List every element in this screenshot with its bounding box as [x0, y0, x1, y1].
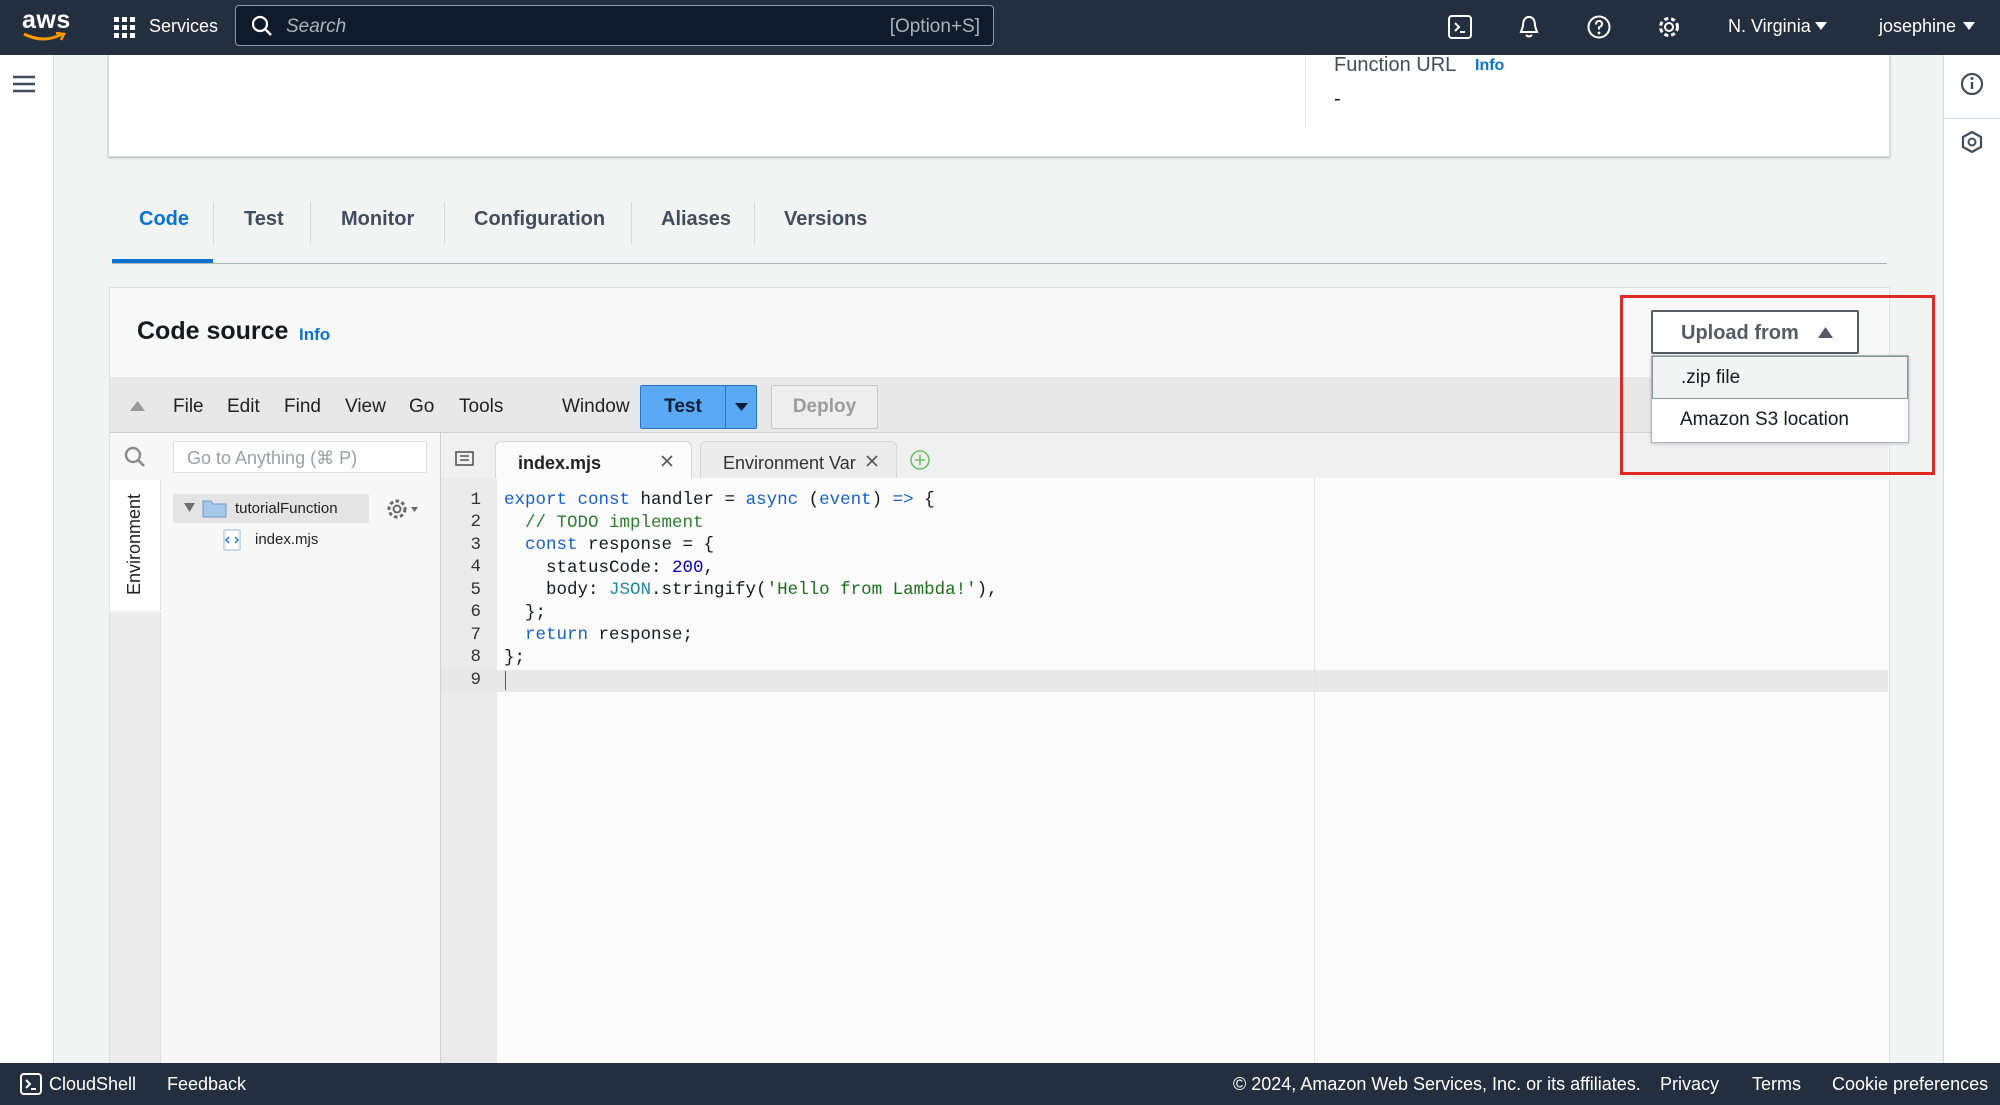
cloudshell-icon[interactable] [20, 1073, 42, 1095]
editor-tab-environment-vars[interactable]: Environment Var [700, 441, 897, 478]
file-name: index.mjs [255, 531, 319, 548]
environment-side-tab[interactable]: Environment [110, 480, 161, 610]
search-placeholder: Search [286, 16, 347, 37]
code-source-title: Code source [137, 317, 289, 345]
line-number: 3 [470, 535, 481, 555]
code-source-info-link[interactable]: Info [299, 325, 330, 345]
left-rail [0, 55, 54, 1063]
function-url-info-link[interactable]: Info [1475, 57, 1504, 75]
footer-copyright: © 2024, Amazon Web Services, Inc. or its… [1233, 1074, 1641, 1094]
footer: CloudShell Feedback © 2024, Amazon Web S… [0, 1063, 2000, 1105]
region-selector[interactable]: N. Virginia [1728, 16, 1811, 37]
side-tab-strip [110, 612, 161, 1063]
folder-expand-triangle-icon[interactable] [184, 503, 195, 513]
editor-tab-label: index.mjs [518, 453, 602, 473]
line-number: 6 [470, 602, 481, 622]
menu-view[interactable]: View [345, 396, 386, 418]
search-icon [251, 15, 272, 36]
settings-gear-icon[interactable] [1657, 15, 1681, 39]
folder-row[interactable]: tutorialFunction [173, 494, 369, 523]
services-menu[interactable]: Services [149, 16, 218, 37]
test-button-group: Test [640, 385, 757, 429]
line-number: 9 [470, 670, 481, 690]
tab-separator [213, 202, 214, 244]
rail-divider [1944, 118, 2000, 119]
search-input[interactable]: Search [Option+S] [235, 5, 994, 46]
editor-tab-label: Environment Var [723, 453, 856, 473]
highlight-annotation-box [1620, 295, 1935, 475]
tab-aliases[interactable]: Aliases [661, 208, 731, 231]
goto-anything-input[interactable]: Go to Anything (⌘ P) [173, 441, 427, 473]
user-menu[interactable]: josephine [1879, 16, 1956, 37]
line-number: 4 [470, 557, 481, 577]
footer-cloudshell-link[interactable]: CloudShell [49, 1074, 136, 1095]
file-row-index-mjs[interactable]: index.mjs [222, 527, 422, 553]
collapse-triangle-icon[interactable] [130, 401, 145, 411]
right-rail [1943, 55, 2000, 1063]
new-tab-plus-icon[interactable] [909, 449, 931, 471]
tree-search-icon[interactable] [124, 446, 146, 468]
line-number: 5 [470, 580, 481, 600]
folder-name: tutorialFunction [235, 500, 338, 517]
js-file-icon [223, 529, 241, 551]
info-panel-icon[interactable] [1960, 72, 1984, 96]
menu-window[interactable]: Window [562, 396, 630, 418]
menu-go[interactable]: Go [409, 396, 434, 418]
line-number: 8 [470, 647, 481, 667]
region-caret-icon [1815, 22, 1827, 30]
active-tab-indicator [112, 259, 213, 263]
environment-side-tab-label: Environment [124, 493, 144, 595]
tab-monitor[interactable]: Monitor [341, 208, 414, 231]
folder-icon [202, 500, 227, 518]
footer-terms-link[interactable]: Terms [1752, 1074, 1801, 1095]
line-number: 2 [470, 512, 481, 532]
function-url-value: - [1334, 88, 1341, 110]
test-split-divider [725, 386, 726, 428]
test-dropdown-caret-icon[interactable] [735, 403, 748, 412]
deploy-button[interactable]: Deploy [771, 385, 878, 429]
search-shortcut: [Option+S] [889, 16, 980, 37]
tab-list-icon[interactable] [455, 451, 475, 467]
cloudshell-icon[interactable] [1448, 15, 1472, 39]
tab-separator [444, 202, 445, 244]
help-icon[interactable] [1587, 15, 1611, 39]
aws-logo[interactable]: aws [22, 8, 71, 43]
line-number: 1 [470, 490, 481, 510]
close-tab-icon[interactable] [866, 455, 878, 467]
tab-code[interactable]: Code [139, 208, 189, 231]
menu-file[interactable]: File [173, 396, 204, 418]
menu-find[interactable]: Find [284, 396, 321, 418]
footer-cookie-preferences-link[interactable]: Cookie preferences [1832, 1074, 1988, 1095]
tab-configuration[interactable]: Configuration [474, 208, 605, 231]
overview-divider [1305, 55, 1306, 128]
menu-tools[interactable]: Tools [459, 396, 503, 418]
services-grid-icon[interactable] [114, 17, 136, 39]
current-line-highlight [441, 670, 1888, 692]
footer-privacy-link[interactable]: Privacy [1660, 1074, 1719, 1095]
tabs-underline [112, 263, 1887, 264]
function-overview-card [108, 55, 1890, 157]
print-margin [1314, 478, 1315, 1063]
footer-feedback-link[interactable]: Feedback [167, 1074, 246, 1095]
test-button[interactable]: Test [641, 386, 725, 428]
menu-edit[interactable]: Edit [227, 396, 260, 418]
editor-tab-index-mjs[interactable]: index.mjs [495, 441, 692, 479]
tree-settings-gear-icon[interactable] [385, 497, 419, 521]
line-number: 7 [470, 625, 481, 645]
tab-separator [631, 202, 632, 244]
text-cursor [505, 671, 506, 690]
tab-separator [310, 202, 311, 244]
function-url-label: Function URL [1334, 54, 1457, 76]
user-caret-icon [1963, 22, 1975, 30]
notifications-bell-icon[interactable] [1517, 14, 1541, 40]
close-tab-icon[interactable] [661, 455, 673, 467]
tab-separator [754, 202, 755, 244]
applications-icon[interactable] [1960, 130, 1984, 154]
top-navigation: aws Services Search [Option+S] N. Virgin… [0, 0, 2000, 55]
code-lines: export const handler = async (event) => … [504, 490, 998, 668]
tab-versions[interactable]: Versions [784, 208, 867, 231]
hamburger-menu-icon[interactable] [13, 75, 35, 93]
tab-test[interactable]: Test [244, 208, 284, 231]
